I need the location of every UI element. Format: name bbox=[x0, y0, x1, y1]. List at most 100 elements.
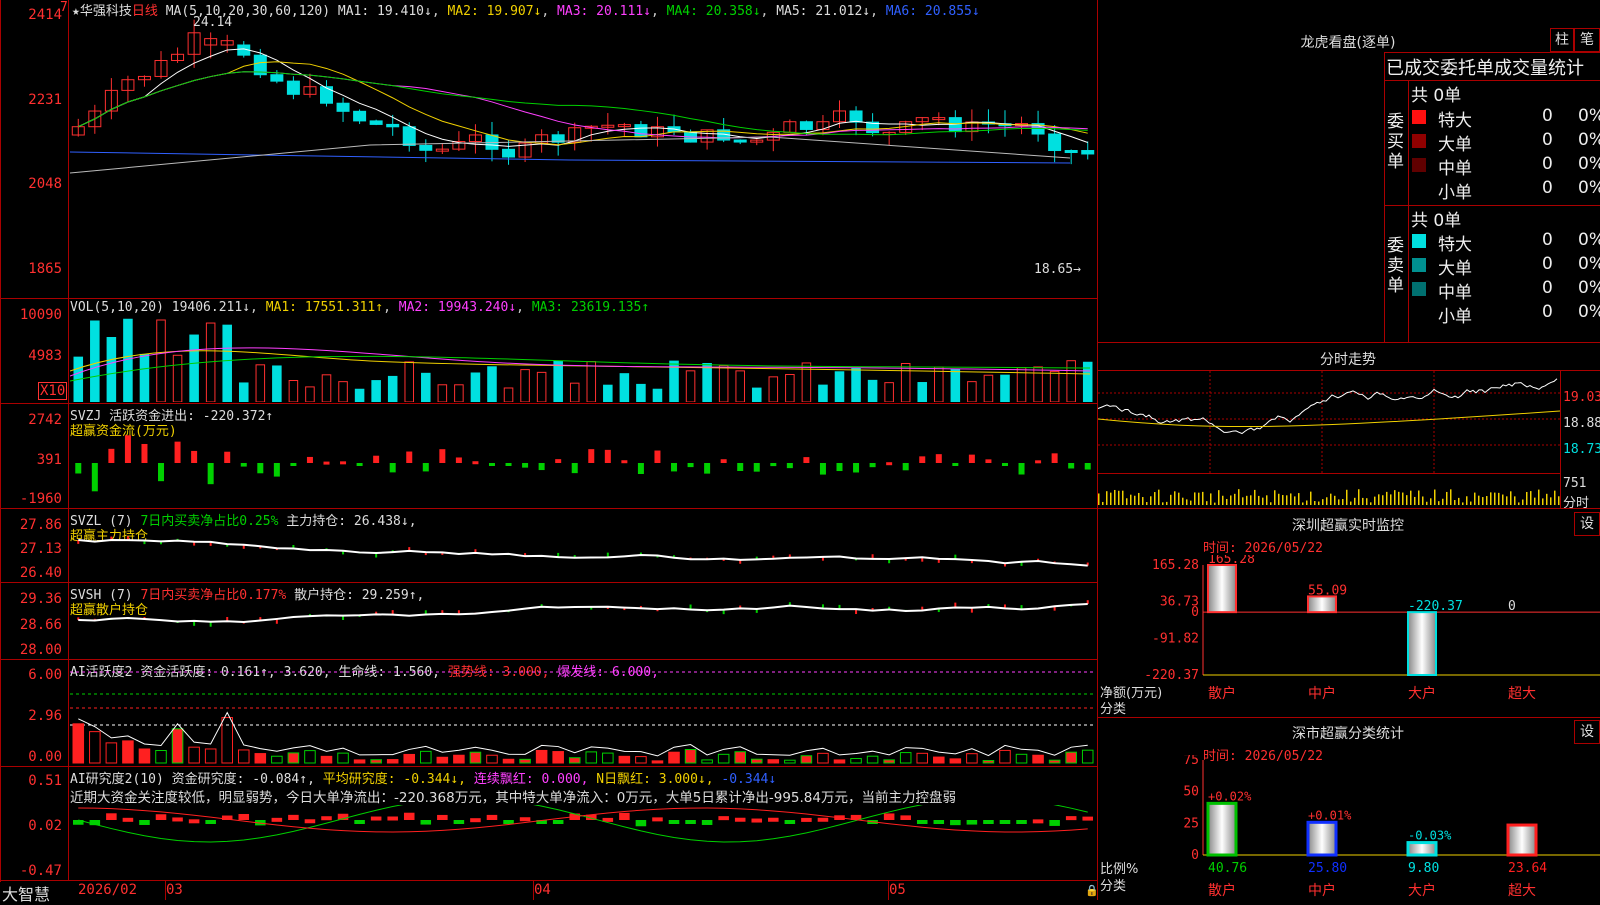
sell-row-value: 0 bbox=[1542, 278, 1553, 298]
net-amount-bar[interactable] bbox=[1407, 611, 1437, 676]
sell-row-percent: 0% bbox=[1578, 278, 1600, 298]
fund-flow-bar bbox=[853, 463, 860, 473]
research-bar bbox=[635, 820, 647, 827]
activity-bar bbox=[502, 758, 515, 764]
volume-bar bbox=[371, 380, 381, 402]
activity-line bbox=[78, 711, 1088, 757]
proportion-bar[interactable] bbox=[1206, 801, 1238, 857]
buy-row-percent: 0% bbox=[1578, 130, 1600, 150]
buy-color-swatch bbox=[1412, 134, 1426, 148]
fund-flow-bar bbox=[621, 460, 628, 464]
intraday-volume-bar bbox=[1378, 494, 1380, 505]
fund-flow-bar bbox=[207, 463, 214, 485]
activity-bar bbox=[717, 753, 730, 764]
classify-category: 中户 bbox=[1308, 882, 1336, 899]
research-bar bbox=[486, 814, 498, 820]
fund-flow-chart[interactable] bbox=[70, 420, 1096, 506]
activity-bar bbox=[188, 746, 200, 764]
svzl-position: 主力持仓: 26.438↓, bbox=[286, 514, 417, 529]
main-position-chart[interactable] bbox=[70, 530, 1096, 582]
fund-flow-bar bbox=[306, 456, 313, 463]
activity-bar bbox=[1081, 749, 1094, 764]
intraday-volume-bar bbox=[1466, 496, 1468, 505]
proportion-chart[interactable]: 75 50 25 0 +0.02% 40.76 散户 +0.01% 25.80 中户 -0.03% 9… bbox=[1098, 755, 1600, 900]
candle-body bbox=[402, 126, 416, 146]
candlestick-chart[interactable] bbox=[70, 15, 1096, 295]
proportion-bar[interactable] bbox=[1306, 820, 1338, 857]
monitor-ytick: -91.82 bbox=[1152, 631, 1199, 646]
net-amount-bar[interactable] bbox=[1307, 595, 1337, 614]
intraday-volume-bar bbox=[1318, 501, 1320, 505]
ma-line bbox=[78, 71, 1088, 136]
fund-flow-bar bbox=[472, 461, 479, 465]
research-chart[interactable] bbox=[70, 805, 1096, 880]
research-bar bbox=[370, 816, 382, 821]
intraday-volume-bar bbox=[1202, 491, 1204, 505]
volume-bar bbox=[421, 372, 431, 402]
monitor-xlabel: 分类 bbox=[1100, 702, 1127, 717]
activity-bar bbox=[420, 750, 432, 764]
proportion-change: +0.01% bbox=[1308, 808, 1352, 822]
activity-bar bbox=[304, 750, 316, 764]
proportion-bar[interactable] bbox=[1406, 841, 1438, 857]
intraday-chart[interactable] bbox=[1098, 371, 1560, 507]
vol-ma2: MA2: 19943.240↓ bbox=[398, 300, 517, 315]
volume-chart[interactable] bbox=[70, 316, 1096, 402]
fund-flow-bar bbox=[505, 463, 512, 466]
intraday-volume-bar bbox=[1386, 491, 1388, 505]
vol-ytick-1: 10090 bbox=[19, 307, 62, 323]
svsh-ytick-2: 28.66 bbox=[19, 617, 62, 633]
research-bar bbox=[172, 817, 183, 822]
volume-bar bbox=[934, 366, 944, 402]
volume-bar bbox=[553, 360, 563, 402]
svzj-ytick-1: 2742 bbox=[28, 412, 62, 428]
net-amount-bar[interactable] bbox=[1207, 564, 1237, 614]
activity-bar bbox=[585, 751, 598, 764]
volume-bar bbox=[867, 379, 878, 402]
research-bar bbox=[403, 812, 415, 820]
fund-flow-bar bbox=[191, 450, 198, 463]
fund-flow-bar bbox=[786, 463, 793, 469]
volume-bar bbox=[718, 365, 729, 402]
research-bar bbox=[470, 818, 481, 823]
intraday-volume-bar bbox=[1346, 489, 1348, 505]
activity-bar bbox=[122, 740, 134, 764]
fund-flow-bar bbox=[704, 463, 711, 474]
activity-chart[interactable] bbox=[70, 670, 1096, 765]
kline-ytick-4: 1865 bbox=[28, 261, 62, 277]
net-amount-value: 55.09 bbox=[1308, 583, 1347, 598]
proportion-value: 23.64 bbox=[1508, 861, 1547, 876]
sell-row-value: 0 bbox=[1542, 254, 1553, 274]
fund-flow-bar bbox=[737, 463, 744, 471]
proportion-bar[interactable] bbox=[1506, 823, 1538, 857]
price-line bbox=[1098, 378, 1558, 435]
intraday-volume-bar bbox=[1274, 490, 1276, 505]
intraday-volume-bar bbox=[1170, 494, 1172, 505]
net-amount-chart[interactable]: 165.2836.730-91.82-220.37165.28散户55.09中户… bbox=[1098, 555, 1600, 705]
activity-bar bbox=[271, 755, 283, 764]
net-amount-value: 0 bbox=[1508, 599, 1516, 614]
intraday-volume-bar bbox=[1198, 492, 1200, 505]
proportion-value: 25.80 bbox=[1308, 861, 1347, 876]
tick-mode-button[interactable]: 笔 bbox=[1574, 28, 1600, 52]
buy-row-percent: 0% bbox=[1578, 154, 1600, 174]
volume-bar bbox=[520, 369, 530, 402]
intraday-volume-bar bbox=[1154, 492, 1156, 505]
activity-bar bbox=[568, 757, 581, 764]
vol-title: VOL(5,10,20) bbox=[70, 300, 164, 315]
monitor-settings-button[interactable]: 设 bbox=[1574, 512, 1600, 536]
intraday-volume-bar bbox=[1230, 495, 1232, 505]
activity-bar bbox=[535, 749, 548, 764]
fund-flow-bar bbox=[604, 449, 611, 463]
intraday-volume-bar bbox=[1190, 500, 1192, 505]
bar-mode-button[interactable]: 柱 bbox=[1550, 28, 1574, 52]
lock-icon[interactable]: 🔒 bbox=[1085, 884, 1099, 897]
volume-bar bbox=[536, 371, 547, 402]
retail-position-chart[interactable] bbox=[70, 600, 1096, 658]
volume-bar bbox=[652, 388, 663, 402]
sell-row-value: 0 bbox=[1542, 302, 1553, 322]
classify-settings-button[interactable]: 设 bbox=[1574, 720, 1600, 744]
intraday-volume-bar bbox=[1494, 492, 1496, 505]
vol-ma3: MA3: 23619.135↑ bbox=[531, 300, 650, 315]
activity-bar bbox=[701, 759, 713, 764]
